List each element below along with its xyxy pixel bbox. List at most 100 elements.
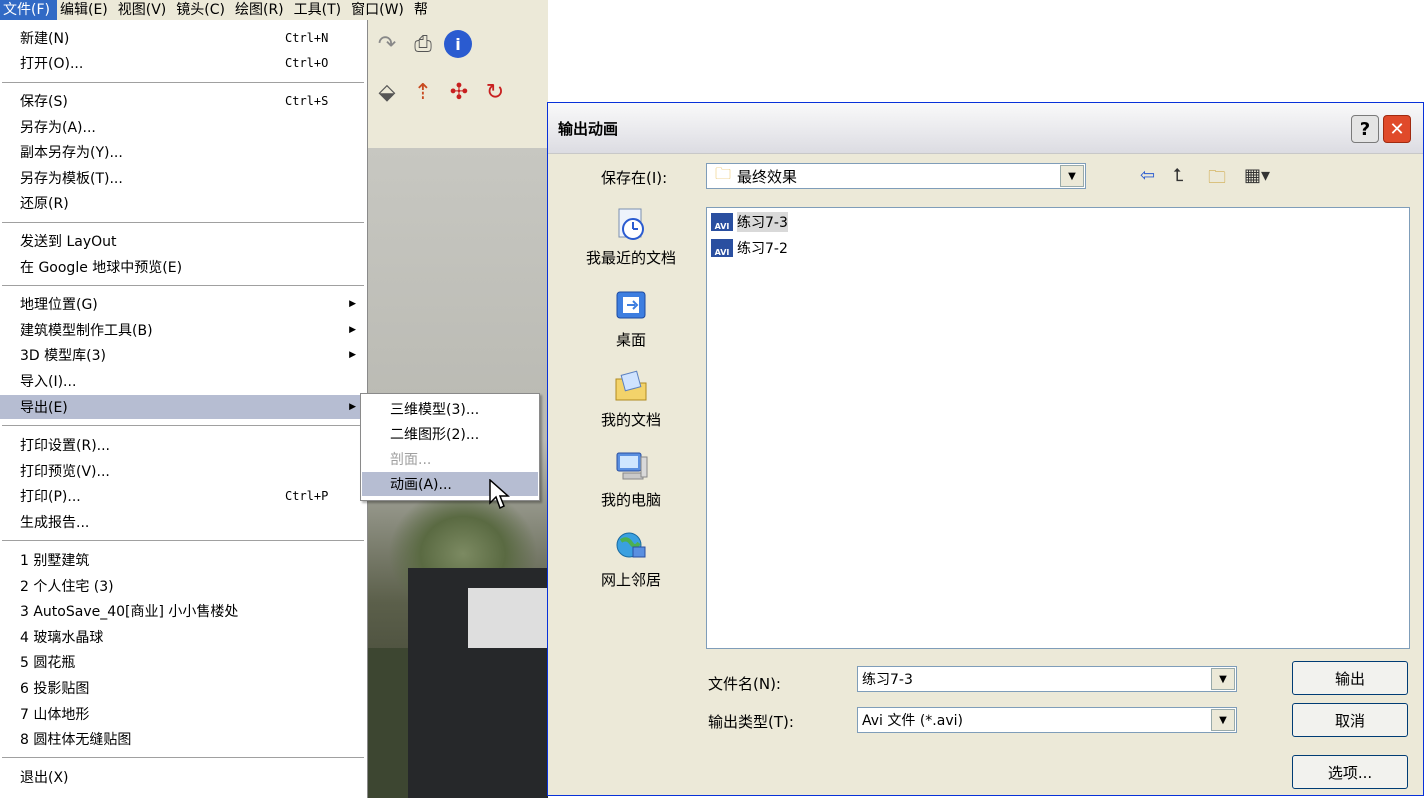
menu-item-label: 保存(S) xyxy=(20,94,68,110)
menu-item-recent-file[interactable]: 3 AutoSave_40[商业] 小小售楼处 xyxy=(0,599,366,623)
place-label: 桌面 xyxy=(615,331,646,349)
menu-item-export[interactable]: 导出(E) ▶ xyxy=(0,395,366,419)
export-submenu: 三维模型(3)... 二维图形(2)... 剖面... 动画(A)... xyxy=(360,393,540,501)
place-recent-documents[interactable]: 我最近的文档 xyxy=(556,207,706,268)
menu-item-save[interactable]: 保存(S) Ctrl+S xyxy=(0,89,366,113)
menu-item-save-as[interactable]: 另存为(A)... xyxy=(0,115,366,139)
chevron-down-icon[interactable]: ▼ xyxy=(1060,165,1084,187)
menu-item-label: 发送到 LayOut xyxy=(20,234,117,250)
close-button[interactable]: ✕ xyxy=(1383,115,1411,143)
view-menu-icon[interactable]: ▦▾ xyxy=(1244,165,1270,186)
menu-help[interactable]: 帮 xyxy=(411,0,435,20)
menu-item-label: 7 山体地形 xyxy=(20,707,90,723)
menu-item-3d-warehouse[interactable]: 3D 模型库(3) ▶ xyxy=(0,343,366,367)
menu-item-label: 导出(E) xyxy=(20,400,68,416)
file-item[interactable]: AVI 练习7-2 xyxy=(711,238,788,258)
up-folder-icon[interactable]: ⮤ xyxy=(1173,165,1184,186)
network-places-icon xyxy=(616,532,646,558)
menu-item-generate-report[interactable]: 生成报告... xyxy=(0,510,366,534)
options-button[interactable]: 选项... xyxy=(1292,755,1408,789)
filename-input[interactable]: 练习7-3 ▼ xyxy=(857,666,1237,692)
menu-item-save-copy-as[interactable]: 副本另存为(Y)... xyxy=(0,140,366,164)
menu-window[interactable]: 窗口(W) xyxy=(348,0,411,20)
export-button[interactable]: 输出 xyxy=(1292,661,1408,695)
redo-icon[interactable]: ↷ xyxy=(372,29,402,59)
menu-item-send-to-layout[interactable]: 发送到 LayOut xyxy=(0,229,366,253)
filetype-label: 输出类型(T): xyxy=(708,713,794,731)
menu-item-recent-file[interactable]: 6 投影贴图 xyxy=(0,676,366,700)
submenu-item-2d-graphic[interactable]: 二维图形(2)... xyxy=(362,422,538,446)
dialog-titlebar[interactable]: 输出动画 ? ✕ xyxy=(548,103,1423,154)
file-name: 练习7-2 xyxy=(737,241,788,257)
menu-item-revert[interactable]: 还原(R) xyxy=(0,191,366,215)
menu-edit[interactable]: 编辑(E) xyxy=(57,0,115,20)
chevron-down-icon[interactable]: ▼ xyxy=(1211,668,1235,690)
menu-item-label: 生成报告... xyxy=(20,515,90,531)
rotate-icon[interactable]: ↻ xyxy=(480,77,510,107)
menu-item-label: 4 玻璃水晶球 xyxy=(20,630,104,646)
menu-separator xyxy=(2,540,364,541)
menu-item-import[interactable]: 导入(I)... xyxy=(0,369,366,393)
menu-item-recent-file[interactable]: 8 圆柱体无缝贴图 xyxy=(0,727,366,751)
print-icon[interactable]: ⎙ xyxy=(408,29,438,59)
new-folder-icon[interactable]: 🗀 xyxy=(1208,165,1226,195)
toolbar: ↷ ⎙ i ⬙ ⇡ ✣ ↻ xyxy=(368,20,548,148)
menu-tools[interactable]: 工具(T) xyxy=(291,0,348,20)
menu-camera[interactable]: 镜头(C) xyxy=(173,0,232,20)
menu-item-recent-file[interactable]: 4 玻璃水晶球 xyxy=(0,625,366,649)
avi-file-icon: AVI xyxy=(711,213,733,231)
menu-item-recent-file[interactable]: 7 山体地形 xyxy=(0,702,366,726)
filename-value: 练习7-3 xyxy=(862,672,913,688)
submenu-arrow-icon: ▶ xyxy=(349,350,356,360)
push-pull-icon[interactable]: ⇡ xyxy=(408,77,438,107)
menu-item-label: 三维模型(3)... xyxy=(390,402,480,418)
cancel-button[interactable]: 取消 xyxy=(1292,703,1408,737)
menu-item-open[interactable]: 打开(O)... Ctrl+O xyxy=(0,51,366,75)
file-list[interactable]: AVI 练习7-3 AVI 练习7-2 xyxy=(706,207,1410,649)
place-my-computer[interactable]: 我的电脑 xyxy=(556,449,706,510)
menu-view[interactable]: 视图(V) xyxy=(115,0,174,20)
menu-item-shortcut: Ctrl+P xyxy=(285,489,329,503)
my-documents-icon xyxy=(615,370,647,401)
file-item[interactable]: AVI 练习7-3 xyxy=(711,212,788,232)
help-button[interactable]: ? xyxy=(1351,115,1379,143)
place-desktop[interactable]: 桌面 xyxy=(556,289,706,350)
place-my-documents[interactable]: 我的文档 xyxy=(556,369,706,430)
menu-item-print[interactable]: 打印(P)... Ctrl+P xyxy=(0,484,366,508)
menu-item-label: 在 Google 地球中预览(E) xyxy=(20,260,183,276)
menu-item-recent-file[interactable]: 1 别墅建筑 xyxy=(0,548,366,572)
menu-item-label: 退出(X) xyxy=(20,770,69,786)
menu-item-geo-location[interactable]: 地理位置(G) ▶ xyxy=(0,292,366,316)
filetype-select[interactable]: Avi 文件 (*.avi) ▼ xyxy=(857,707,1237,733)
menu-item-shortcut: Ctrl+O xyxy=(285,56,329,70)
menu-item-recent-file[interactable]: 5 圆花瓶 xyxy=(0,650,366,674)
menu-item-label: 二维图形(2)... xyxy=(390,427,480,443)
menu-item-save-as-template[interactable]: 另存为模板(T)... xyxy=(0,166,366,190)
submenu-item-animation[interactable]: 动画(A)... xyxy=(362,472,538,496)
menu-item-recent-file[interactable]: 2 个人住宅 (3) xyxy=(0,574,366,598)
menu-separator xyxy=(2,425,364,426)
back-icon[interactable]: ⇦ xyxy=(1140,165,1155,186)
menu-item-label: 1 别墅建筑 xyxy=(20,553,90,569)
menu-item-print-setup[interactable]: 打印设置(R)... xyxy=(0,433,366,457)
paint-bucket-icon[interactable]: ⬙ xyxy=(372,77,402,107)
place-label: 我的电脑 xyxy=(600,491,661,509)
menu-item-print-preview[interactable]: 打印预览(V)... xyxy=(0,459,366,483)
menu-item-label: 2 个人住宅 (3) xyxy=(20,579,114,595)
move-icon[interactable]: ✣ xyxy=(444,77,474,107)
place-label: 网上邻居 xyxy=(600,571,661,589)
menu-item-exit[interactable]: 退出(X) xyxy=(0,765,366,789)
submenu-arrow-icon: ▶ xyxy=(349,402,356,412)
filetype-value: Avi 文件 (*.avi) xyxy=(862,713,963,729)
save-in-dropdown[interactable]: 🗀 最终效果 ▼ xyxy=(706,163,1086,189)
menu-item-preview-google-earth[interactable]: 在 Google 地球中预览(E) xyxy=(0,255,366,279)
menu-draw[interactable]: 绘图(R) xyxy=(232,0,291,20)
menu-file[interactable]: 文件(F) xyxy=(0,0,57,20)
chevron-down-icon[interactable]: ▼ xyxy=(1211,709,1235,731)
menu-item-new[interactable]: 新建(N) Ctrl+N xyxy=(0,26,366,50)
menu-item-building-maker[interactable]: 建筑模型制作工具(B) ▶ xyxy=(0,318,366,342)
place-network-places[interactable]: 网上邻居 xyxy=(556,529,706,590)
submenu-item-3d-model[interactable]: 三维模型(3)... xyxy=(362,397,538,421)
model-info-icon[interactable]: i xyxy=(444,30,472,58)
menu-item-label: 打印预览(V)... xyxy=(20,464,110,480)
